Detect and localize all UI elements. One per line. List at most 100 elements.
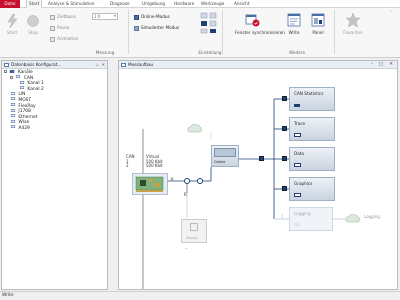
logging-disabled-marker: ▯ xyxy=(281,213,284,218)
zeitbasis-item[interactable]: Zeitbasis xyxy=(50,13,76,20)
panel-label: Panel xyxy=(312,30,324,35)
filter-node-icon[interactable] xyxy=(197,178,203,184)
stop-button[interactable]: Stop xyxy=(25,14,41,35)
trace-label: Trace xyxy=(294,121,306,126)
logging-block[interactable]: Logging xyxy=(289,207,333,231)
datenbasis-panel-title: Datenbasis Konfigurat… ⊥ ✕ xyxy=(2,61,107,69)
hardware-board-icon[interactable] xyxy=(132,173,168,195)
group-separator xyxy=(128,10,129,54)
animation-icon xyxy=(50,36,55,42)
favoriten-label: Favoriten xyxy=(343,30,363,35)
tree-node-label: MOST xyxy=(18,97,32,103)
ribbon-tabbar: Datei Start Analyse & Stimulation Diagno… xyxy=(0,0,400,8)
can-statistics-label: CAN Statistics xyxy=(294,91,324,96)
data-block[interactable]: Data xyxy=(289,147,335,171)
tab-umgebung[interactable]: Umgebung xyxy=(142,0,165,8)
connector-node[interactable] xyxy=(259,156,264,161)
simulation-icon xyxy=(134,25,139,31)
folder-icon xyxy=(10,69,15,73)
fenster-synchronisieren-button[interactable]: Fenster synchronisieren xyxy=(235,12,285,35)
datenbasis-title-text: Datenbasis Konfigurat… xyxy=(11,62,62,67)
replay-marker: ⌐ xyxy=(185,246,189,251)
r-marker-label: R xyxy=(184,192,187,197)
graphics-block[interactable]: Graphics xyxy=(289,177,335,201)
messaufbau-title-bar: Messaufbau – □ ✕ xyxy=(119,61,397,69)
ribbon-collapse-button[interactable]: ˄ xyxy=(390,9,392,16)
bus-icon xyxy=(10,91,16,95)
panel-button[interactable]: Panel xyxy=(308,12,328,35)
connector-node[interactable] xyxy=(282,156,287,161)
tree-node-a429[interactable]: A429 xyxy=(2,125,107,132)
group-separator xyxy=(222,10,223,54)
restore-button[interactable]: □ xyxy=(379,61,383,69)
stop-label: Stop xyxy=(28,30,38,35)
connector-node[interactable] xyxy=(282,126,287,131)
stop-icon xyxy=(27,15,39,27)
simulierter-modus-item[interactable]: Simulierter Modus xyxy=(134,24,179,31)
bus-icon xyxy=(10,103,16,107)
favoriten-button[interactable]: Favoriten xyxy=(340,12,366,35)
cloud-icon xyxy=(345,214,361,223)
tab-datei[interactable]: Datei xyxy=(0,0,20,8)
logging-icon xyxy=(294,222,300,227)
online-modus-label: Online-Modus xyxy=(141,14,170,19)
star-icon xyxy=(345,12,361,28)
group-separator xyxy=(334,10,335,54)
trace-block[interactable]: Trace xyxy=(289,117,335,141)
messaufbau-title: Messaufbau xyxy=(128,62,154,67)
trace-icon xyxy=(294,133,301,137)
bus-icon xyxy=(10,114,16,118)
chevron-down-icon: ▾ xyxy=(114,14,116,18)
zeitbasis-label: Zeitbasis xyxy=(57,14,77,19)
mode-switch-icon[interactable] xyxy=(200,12,218,34)
group-label-messung: Messung xyxy=(95,50,115,55)
bus-icon xyxy=(19,80,25,84)
pin-icon[interactable]: ⊥ xyxy=(95,61,99,69)
online-modus-item[interactable]: Online-Modus xyxy=(134,13,170,20)
collapse-icon[interactable]: – xyxy=(10,75,13,79)
tree-node-label: FlexRay xyxy=(18,103,36,109)
animation-label: Animation xyxy=(57,36,79,41)
device-label: Virtual 500 Kbit 500 Kbit xyxy=(146,154,163,169)
start-button[interactable]: Start xyxy=(4,14,20,35)
tab-werkzeuge[interactable]: Werkzeuge xyxy=(201,0,224,8)
tab-ansicht[interactable]: Ansicht xyxy=(234,0,249,8)
close-button[interactable]: ✕ xyxy=(389,61,393,69)
tree-node-label: J1708 xyxy=(18,109,31,115)
pause-item[interactable]: Pause xyxy=(50,24,69,31)
tree-node-label: A429 xyxy=(18,125,30,131)
close-icon[interactable]: ✕ xyxy=(101,61,105,69)
graphics-label: Graphics xyxy=(294,181,313,186)
online-block[interactable]: Online xyxy=(211,145,239,167)
data-label: Data xyxy=(294,151,304,156)
status-text: Write xyxy=(2,293,14,298)
connector-node[interactable] xyxy=(282,96,287,101)
bus-icon xyxy=(10,119,16,123)
fenster-synchronisieren-label: Fenster synchronisieren xyxy=(235,30,285,35)
tree-node-label: CAN xyxy=(23,75,34,81)
write-button[interactable]: Write xyxy=(284,12,304,35)
tab-analyse-stimulation[interactable]: Analyse & Stimulation xyxy=(48,0,94,8)
window-icon xyxy=(121,63,126,67)
tree-node-label: Kanal 1 xyxy=(27,81,44,87)
group-label-einstellung: Einstellung xyxy=(198,50,222,55)
minimize-button[interactable]: – xyxy=(371,61,373,69)
animation-item[interactable]: Animation xyxy=(50,35,78,42)
pause-label: Pause xyxy=(57,25,70,30)
tab-diagnose[interactable]: Diagnose xyxy=(110,0,130,8)
measurement-diagram: CAN 1 2 Virtual 500 Kbit 500 Kbit P R On… xyxy=(119,69,397,289)
write-label: Write xyxy=(288,30,300,35)
tree-node-label: Ethernet xyxy=(18,114,38,120)
tab-hardware[interactable]: Hardware xyxy=(174,0,194,8)
replay-block[interactable]: Replay xyxy=(181,219,207,243)
collapse-icon[interactable]: – xyxy=(4,70,7,74)
pause-icon xyxy=(50,25,55,31)
online-icon xyxy=(134,14,139,20)
can-statistics-block[interactable]: CAN Statistics xyxy=(289,87,335,111)
connector-node[interactable] xyxy=(282,186,287,191)
sync-windows-icon xyxy=(245,14,260,27)
zeitbasis-combo[interactable]: 1:0 ▾ xyxy=(92,13,118,20)
tab-start[interactable]: Start xyxy=(26,0,43,8)
filter-node-icon[interactable] xyxy=(184,178,190,184)
lightning-icon xyxy=(7,14,18,28)
